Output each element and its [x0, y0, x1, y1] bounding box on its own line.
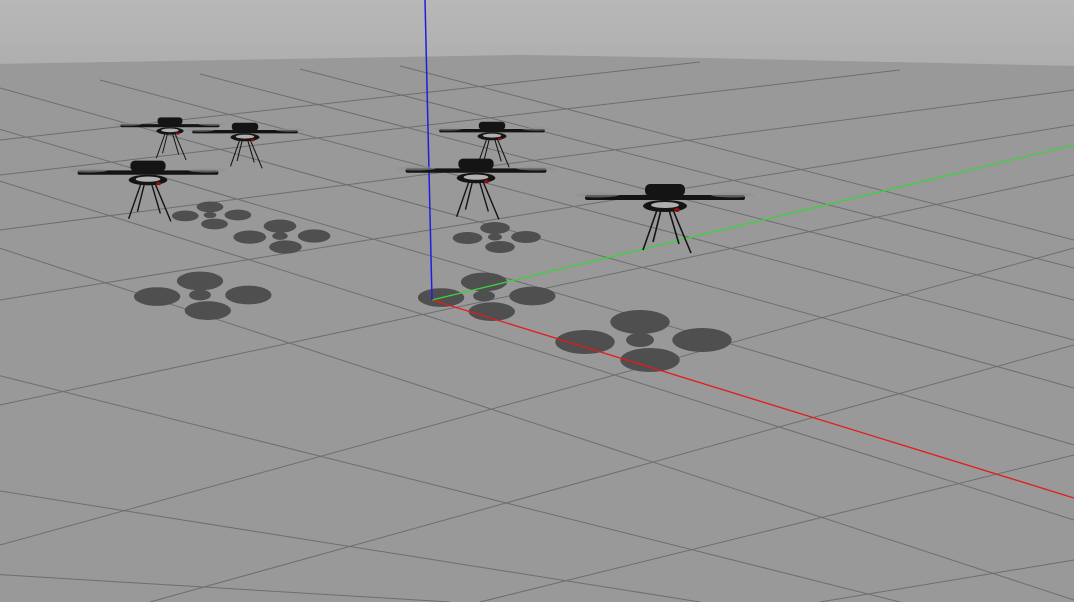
scene-canvas[interactable] [0, 0, 1074, 602]
ground-plane[interactable] [0, 55, 1074, 602]
3d-viewport[interactable] [0, 0, 1074, 602]
